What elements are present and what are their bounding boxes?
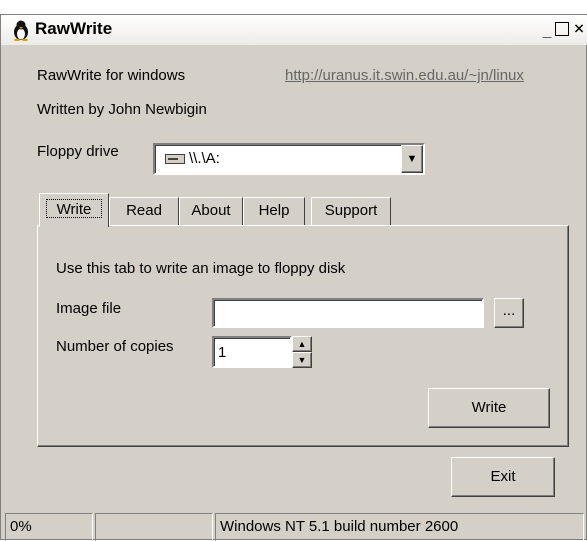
status-os-info: Windows NT 5.1 build number 2600 [215,513,584,541]
image-file-label: Image file [56,300,122,317]
chevron-down-icon[interactable]: ▼ [292,352,312,368]
status-progress: 0% [5,513,93,541]
copies-label: Number of copies [56,338,174,355]
status-middle [95,513,213,541]
window-title: RawWrite [35,19,113,38]
title-bar[interactable]: RawWrite _ × [1,15,587,45]
author-label: Written by John Newbigin [37,101,207,118]
browse-button[interactable]: ... [494,298,524,328]
minimize-button[interactable]: _ [539,21,555,37]
tab-support[interactable]: Support [311,197,391,225]
floppy-drive-select[interactable]: \\.\A: ▼ [153,143,425,175]
close-button[interactable]: × [571,20,587,38]
tab-read[interactable]: Read [109,197,179,225]
tab-about[interactable]: About [179,197,243,225]
floppy-drive-label: Floppy drive [37,143,119,160]
penguin-icon [14,20,28,41]
homepage-link[interactable]: http://uranus.it.swin.edu.au/~jn/linux [285,67,524,84]
tab-write[interactable]: Write [39,193,109,227]
chevron-down-icon[interactable]: ▼ [401,145,423,173]
tab-help[interactable]: Help [243,197,305,225]
write-tab-panel: Use this tab to write an image to floppy… [37,225,569,447]
app-name-label: RawWrite for windows [37,67,186,84]
maximize-button[interactable] [555,22,569,36]
chevron-up-icon[interactable]: ▲ [292,336,312,352]
exit-button[interactable]: Exit [451,457,555,497]
floppy-drive-value: \\.\A: [189,150,220,167]
write-description: Use this tab to write an image to floppy… [56,260,346,277]
write-button[interactable]: Write [428,388,550,428]
app-window: RawWrite _ × RawWrite for windows http:/… [0,14,587,541]
image-file-input[interactable] [212,298,484,328]
floppy-drive-icon [165,154,185,164]
copies-input[interactable]: 1 [212,336,292,368]
